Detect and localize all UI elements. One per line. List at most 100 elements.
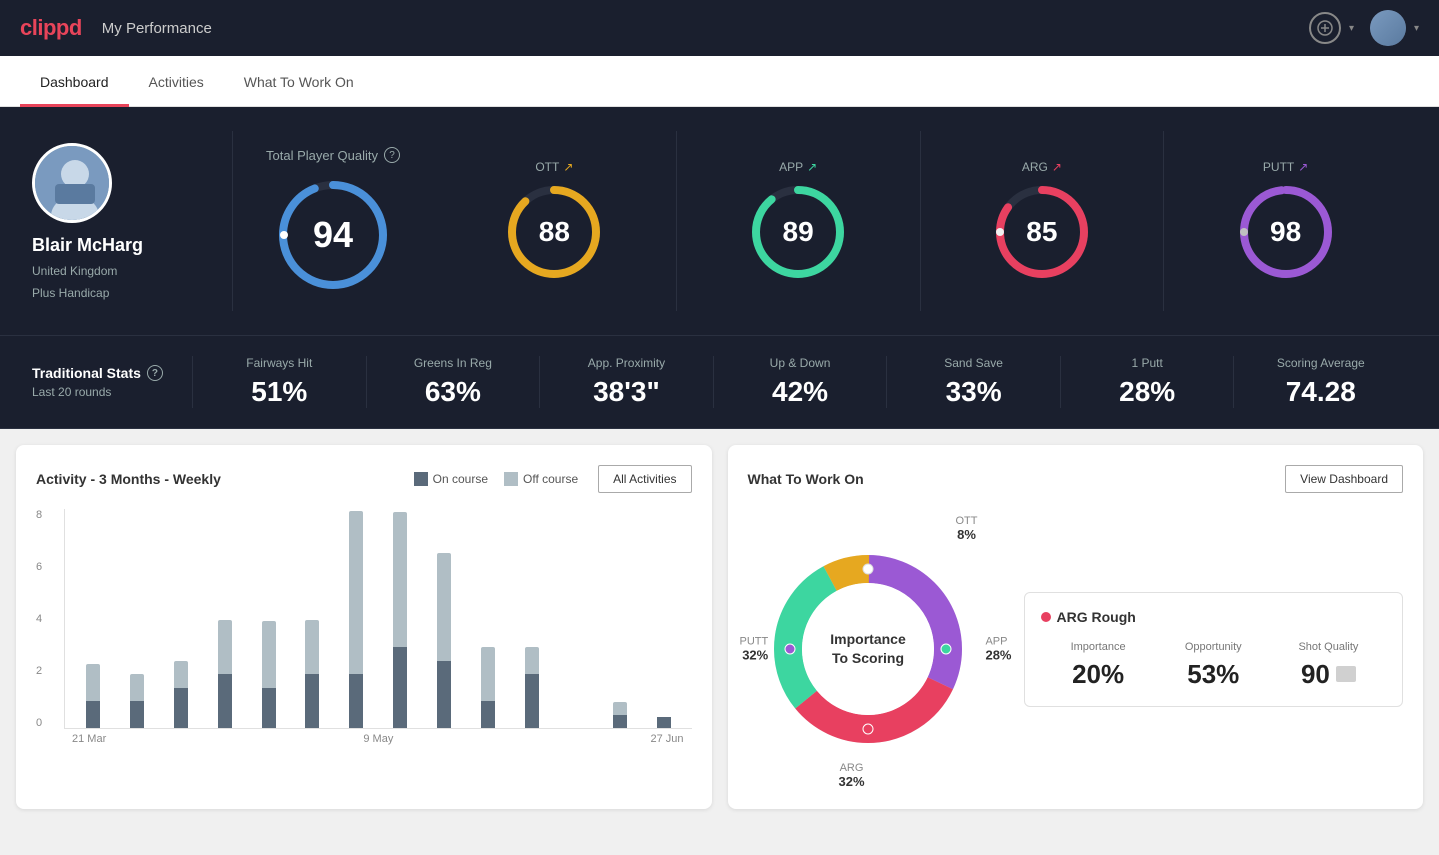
bar-on-2 <box>130 701 144 728</box>
bar-off-11 <box>525 647 539 674</box>
arg-arrow: ↗ <box>1052 160 1062 174</box>
bar-on-4 <box>218 674 232 728</box>
bar-on-1 <box>86 701 100 728</box>
chart-wrapper: 0 2 4 6 8 <box>36 509 692 769</box>
stat-scoring-label: Scoring Average <box>1277 356 1365 370</box>
add-chevron: ▾ <box>1349 23 1354 34</box>
activity-controls: On course Off course All Activities <box>414 465 692 493</box>
x-label-jun: 27 Jun <box>650 733 683 745</box>
putt-label: PUTT ↗ <box>1263 160 1308 174</box>
trad-help-icon[interactable]: ? <box>147 365 163 381</box>
activity-chart-title: Activity - 3 Months - Weekly <box>36 471 221 487</box>
importance-value: 20% <box>1041 659 1156 690</box>
donut-svg: Importance To Scoring <box>758 539 978 759</box>
info-card-inner: ARG Rough Importance 20% Opportunity 53%… <box>1024 592 1404 707</box>
traditional-stats: Traditional Stats ? Last 20 rounds Fairw… <box>0 336 1439 429</box>
bar-off-1 <box>86 664 100 701</box>
total-quality-circle: 94 <box>273 175 393 295</box>
header: clippd My Performance ▾ ▾ <box>0 0 1439 56</box>
y-label-4: 4 <box>36 613 42 625</box>
stat-greens-label: Greens In Reg <box>414 356 492 370</box>
bar-group-5 <box>249 509 289 728</box>
chart-legend: On course Off course <box>414 472 579 486</box>
avatar-button-group[interactable]: ▾ <box>1370 10 1419 46</box>
ott-label: OTT ↗ <box>535 160 573 174</box>
bar-off-7 <box>349 511 363 674</box>
metric-shot-quality: Shot Quality 90 <box>1271 641 1386 690</box>
total-quality-card: Total Player Quality ? 94 <box>233 131 433 311</box>
stat-oneputt-label: 1 Putt <box>1132 356 1163 370</box>
total-quality-help[interactable]: ? <box>384 147 400 163</box>
bar-group-9 <box>424 509 464 728</box>
bar-group-6 <box>292 509 332 728</box>
metric-opportunity: Opportunity 53% <box>1156 641 1271 690</box>
stat-oneputt-value: 28% <box>1119 376 1175 408</box>
stats-panel: Blair McHarg United Kingdom Plus Handica… <box>0 107 1439 336</box>
x-label-may: 9 May <box>363 733 393 745</box>
player-info: Blair McHarg United Kingdom Plus Handica… <box>32 143 212 300</box>
bar-off-9 <box>437 553 451 661</box>
arg-value: 85 <box>1026 216 1057 248</box>
quality-card-arg: ARG ↗ 85 <box>921 131 1165 311</box>
legend-on-course: On course <box>414 472 488 486</box>
logo-text: clippd <box>20 15 82 41</box>
stat-sand-value: 33% <box>946 376 1002 408</box>
avatar[interactable] <box>1370 10 1406 46</box>
bar-group-3 <box>161 509 201 728</box>
putt-circle: 98 <box>1236 182 1336 282</box>
stat-updown-value: 42% <box>772 376 828 408</box>
bar-off-6 <box>305 620 319 674</box>
ott-arrow: ↗ <box>563 160 573 174</box>
app-label: APP ↗ <box>779 160 817 174</box>
bar-on-7 <box>349 674 363 728</box>
header-left: clippd My Performance <box>20 15 212 41</box>
add-button-group[interactable]: ▾ <box>1309 12 1354 44</box>
quality-section: Total Player Quality ? 94 OTT ↗ <box>232 131 1407 311</box>
opportunity-value: 53% <box>1156 659 1271 690</box>
tab-activities[interactable]: Activities <box>129 56 224 107</box>
ott-value: 88 <box>539 216 570 248</box>
shot-quality-indicator <box>1336 666 1356 682</box>
logo[interactable]: clippd <box>20 15 82 41</box>
arg-circle: 85 <box>992 182 1092 282</box>
add-button[interactable] <box>1309 12 1341 44</box>
nav-tabs: Dashboard Activities What To Work On <box>0 56 1439 107</box>
view-dashboard-button[interactable]: View Dashboard <box>1285 465 1403 493</box>
total-quality-label: Total Player Quality ? <box>266 147 400 163</box>
header-title: My Performance <box>102 20 212 37</box>
putt-value: 98 <box>1270 216 1301 248</box>
stat-sand-save: Sand Save 33% <box>886 356 1060 408</box>
bar-off-2 <box>130 674 144 701</box>
trad-period: Last 20 rounds <box>32 385 192 399</box>
avatar-image <box>1370 10 1406 46</box>
stat-updown-label: Up & Down <box>770 356 831 370</box>
total-quality-value: 94 <box>313 214 353 256</box>
x-label-mar: 21 Mar <box>72 733 106 745</box>
info-card-title: ARG Rough <box>1041 609 1387 625</box>
bar-on-5 <box>262 688 276 728</box>
y-label-2: 2 <box>36 665 42 677</box>
trad-title: Traditional Stats ? <box>32 365 192 381</box>
app-value: 89 <box>783 216 814 248</box>
stat-fairways-hit: Fairways Hit 51% <box>192 356 366 408</box>
stat-app-proximity: App. Proximity 38'3" <box>539 356 713 408</box>
stat-greens-value: 63% <box>425 376 481 408</box>
bar-group-8 <box>380 509 420 728</box>
bar-group-11 <box>512 509 552 728</box>
tab-dashboard[interactable]: Dashboard <box>20 56 129 107</box>
metric-importance: Importance 20% <box>1041 641 1156 690</box>
player-country: United Kingdom <box>32 264 117 278</box>
y-label-0: 0 <box>36 717 42 729</box>
bar-on-11 <box>525 674 539 728</box>
stat-scoring-value: 74.28 <box>1286 376 1356 408</box>
on-course-swatch <box>414 472 428 486</box>
bar-off-5 <box>262 621 276 688</box>
main-content: Activity - 3 Months - Weekly On course O… <box>0 429 1439 825</box>
all-activities-button[interactable]: All Activities <box>598 465 691 493</box>
ott-circle: 88 <box>504 182 604 282</box>
stat-proximity-label: App. Proximity <box>588 356 665 370</box>
bar-on-13 <box>613 715 627 728</box>
shot-quality-label: Shot Quality <box>1271 641 1386 653</box>
stat-fairways-label: Fairways Hit <box>246 356 312 370</box>
tab-what-to-work-on[interactable]: What To Work On <box>224 56 374 107</box>
